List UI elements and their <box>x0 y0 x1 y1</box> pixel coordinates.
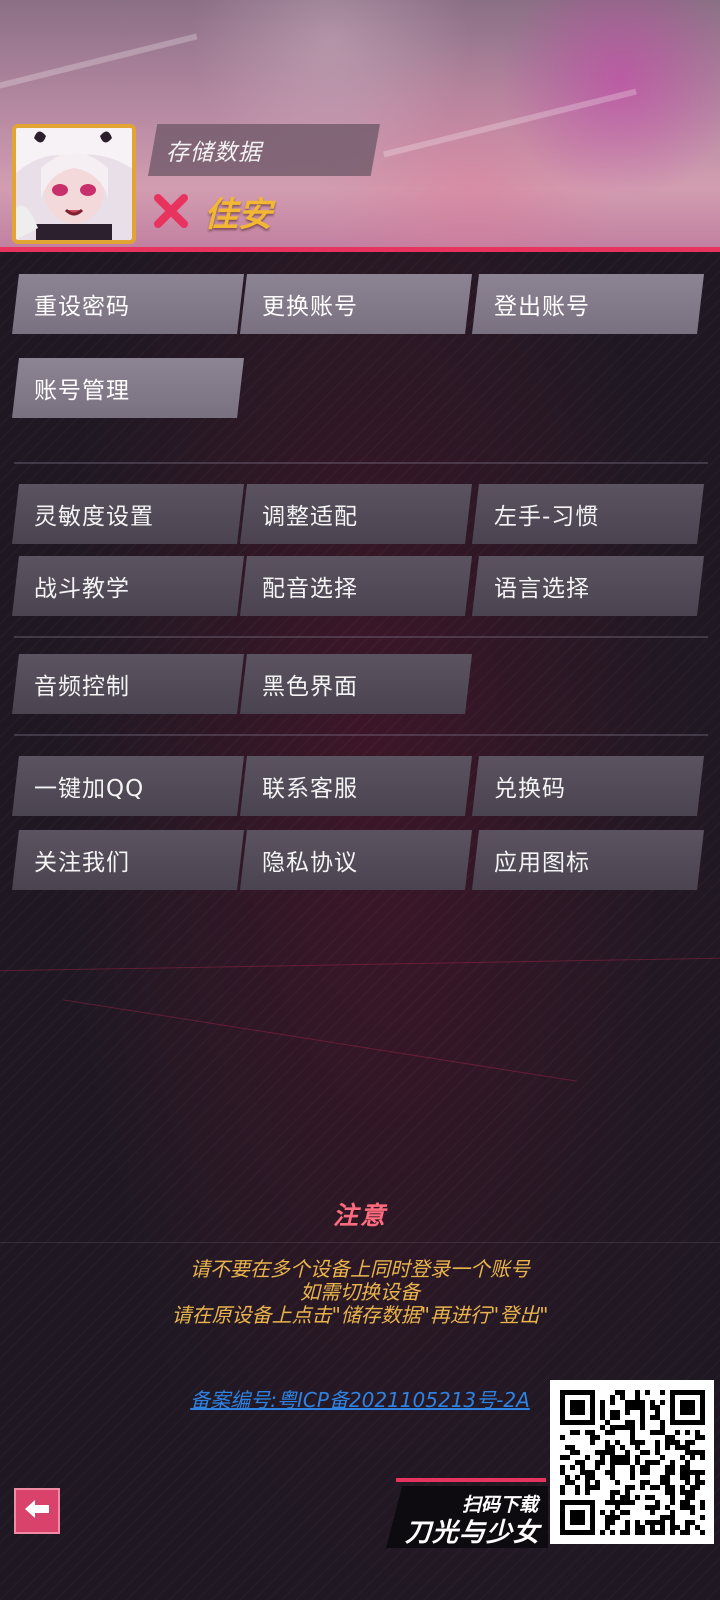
section-divider <box>14 734 708 736</box>
qr-code <box>550 1380 714 1544</box>
adjust-fit-button[interactable]: 调整适配 <box>240 484 472 544</box>
notice-divider <box>0 1242 720 1243</box>
notice-line: 如需切换设备 <box>300 1280 420 1304</box>
audio-control-button[interactable]: 音频控制 <box>12 654 244 714</box>
section-divider <box>14 462 708 464</box>
reset-password-button[interactable]: 重设密码 <box>12 274 244 334</box>
contact-support-button[interactable]: 联系客服 <box>240 756 472 816</box>
download-promo: 扫码下载 刀光与少女 <box>386 1478 548 1548</box>
notice-line: 请在原设备上点击"储存数据"再进行"登出" <box>171 1303 549 1327</box>
game-logo: 刀光与少女 <box>404 1518 540 1548</box>
follow-us-button[interactable]: 关注我们 <box>12 830 244 890</box>
decorative-line <box>0 957 720 972</box>
voice-selection-button[interactable]: 配音选择 <box>240 556 472 616</box>
dark-interface-button[interactable]: 黑色界面 <box>240 654 472 714</box>
sensitivity-settings-button[interactable]: 灵敏度设置 <box>12 484 244 544</box>
app-icon-button[interactable]: 应用图标 <box>472 830 704 890</box>
close-icon <box>152 192 190 230</box>
notice-title: 注意 <box>332 1201 387 1230</box>
join-qq-button[interactable]: 一键加QQ <box>12 756 244 816</box>
switch-account-button[interactable]: 更换账号 <box>240 274 472 334</box>
back-button[interactable] <box>14 1488 60 1534</box>
user-status-row: 佳安 <box>152 186 272 236</box>
redeem-code-button[interactable]: 兑换码 <box>472 756 704 816</box>
privacy-policy-button[interactable]: 隐私协议 <box>240 830 472 890</box>
combat-tutorial-button[interactable]: 战斗教学 <box>12 556 244 616</box>
avatar[interactable] <box>12 124 136 244</box>
username: 佳安 <box>204 194 272 235</box>
logout-button[interactable]: 登出账号 <box>472 274 704 334</box>
left-hand-mode-button[interactable]: 左手-习惯 <box>472 484 704 544</box>
section-divider <box>14 636 708 638</box>
notice-line: 请不要在多个设备上同时登录一个账号 <box>190 1257 530 1281</box>
account-management-button[interactable]: 账号管理 <box>12 358 244 418</box>
banner-accent-stripe <box>0 247 720 252</box>
decorative-line <box>63 999 577 1082</box>
back-arrow-icon <box>23 1497 51 1525</box>
language-selection-button[interactable]: 语言选择 <box>472 556 704 616</box>
save-data-button[interactable]: 存储数据 <box>148 124 380 176</box>
